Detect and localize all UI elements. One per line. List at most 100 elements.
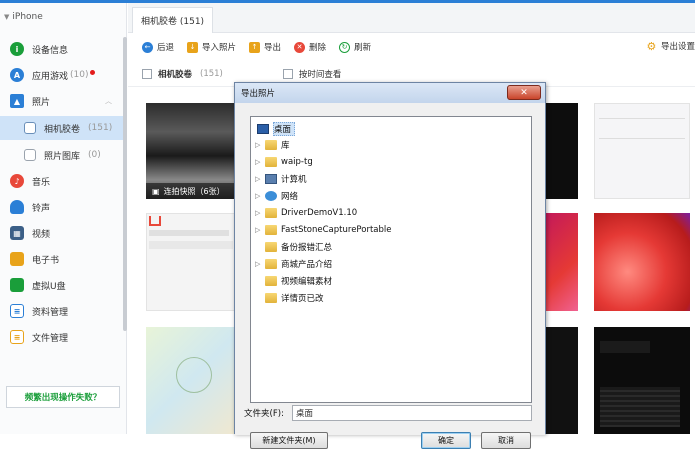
sidebar-item-file-manage[interactable]: ≡ 文件管理 <box>0 325 124 349</box>
tree-item-folder[interactable]: 视频编辑素材 <box>255 272 332 289</box>
chevron-up-icon: ︿ <box>105 97 112 105</box>
back-button[interactable]: ← 后退 <box>142 41 174 53</box>
photo-thumbnail[interactable] <box>146 213 236 311</box>
desktop-icon <box>257 123 269 134</box>
export-button[interactable]: ↑ 导出 <box>249 41 281 53</box>
network-icon <box>265 190 277 201</box>
arrow-left-icon: ← <box>142 41 153 53</box>
screenshot-content <box>176 357 212 393</box>
device-header[interactable]: ▼ iPhone <box>0 3 126 31</box>
gear-icon: ⚙ <box>645 39 657 53</box>
sidebar-item-ebooks[interactable]: 电子书 <box>0 247 124 271</box>
folder-tree[interactable]: 桌面 ▷ 库 ▷ waip-tg ▷ 计算机 ▷ 网络 ▷ DriverDemo… <box>250 116 532 403</box>
album-count: (151) <box>200 68 223 79</box>
photo-thumbnail[interactable] <box>594 327 690 434</box>
sidebar-scrollbar[interactable] <box>123 37 127 331</box>
sidebar-item-camera-roll[interactable]: 相机胶卷 (151) <box>0 116 124 140</box>
library-icon <box>265 139 277 150</box>
info-icon: i <box>10 42 24 56</box>
expand-arrow-icon: ▷ <box>255 174 261 183</box>
photos-icon: ▲ <box>10 94 24 108</box>
tree-item-libraries[interactable]: ▷ 库 <box>255 136 290 153</box>
cancel-button[interactable]: 取消 <box>481 432 531 449</box>
tree-item-folder[interactable]: ▷ FastStoneCapturePortable <box>255 221 391 238</box>
expand-arrow-icon: ▷ <box>255 157 261 166</box>
photo-library-icon <box>24 149 36 161</box>
refresh-icon: ↻ <box>339 41 351 53</box>
data-manage-icon: ≡ <box>10 304 24 318</box>
photo-thumbnail[interactable]: ▣ 连拍快照（6张） <box>146 103 236 199</box>
folder-icon <box>265 275 277 286</box>
sidebar-item-label: 虚拟U盘 <box>32 281 66 292</box>
camera-roll-icon <box>24 122 36 134</box>
toolbar: ← 后退 ↓ 导入照片 ↑ 导出 ✕ 删除 ↻ 刷新 ⚙ 导出设置 <box>128 33 695 61</box>
tree-item-folder[interactable]: 备份报错汇总 <box>255 238 332 255</box>
usb-drive-icon <box>10 278 24 292</box>
sidebar-item-music[interactable]: ♪ 音乐 <box>0 169 124 193</box>
video-icon: ▦ <box>10 226 24 240</box>
tree-item-label: 备份报错汇总 <box>281 242 333 253</box>
photo-thumbnail[interactable] <box>594 213 690 311</box>
photo-thumbnail[interactable] <box>146 327 236 434</box>
photo-thumbnail[interactable] <box>542 213 578 311</box>
tab-camera-roll[interactable]: 相机胶卷 (151) <box>132 7 214 33</box>
expand-arrow-icon: ▷ <box>255 208 261 217</box>
dialog-title-bar[interactable]: 导出照片 <box>235 83 545 103</box>
export-settings-button[interactable]: ⚙ 导出设置 <box>645 39 695 53</box>
tree-item-folder[interactable]: 详情页已改 <box>255 289 324 306</box>
sidebar-item-photos[interactable]: ▲ 照片 ︿ <box>0 89 124 113</box>
photo-thumbnail[interactable] <box>594 103 690 199</box>
stack-icon: ▣ <box>152 186 160 196</box>
help-button[interactable]: 频繁出现操作失败？ <box>6 386 120 408</box>
folder-icon <box>265 292 277 303</box>
delete-label: 删除 <box>309 43 327 53</box>
sidebar-item-ringtones[interactable]: 铃声 <box>0 195 124 219</box>
app-window: ▼ iPhone i 设备信息 A 应用游戏 (10) ▲ 照片 ︿ 相机胶卷 … <box>0 0 695 449</box>
tree-item-label: 计算机 <box>281 174 307 185</box>
screenshot-content <box>149 230 229 236</box>
photo-thumbnail[interactable] <box>542 103 578 199</box>
tree-item-computer[interactable]: ▷ 计算机 <box>255 170 307 187</box>
refresh-button[interactable]: ↻ 刷新 <box>339 41 371 53</box>
screenshot-content <box>149 216 161 226</box>
folder-icon <box>265 224 277 235</box>
expand-arrow-icon: ▷ <box>255 191 261 200</box>
new-folder-button[interactable]: 新建文件夹(M) <box>250 432 328 449</box>
expand-arrow-icon: ▷ <box>255 140 261 149</box>
sidebar-item-data-manage[interactable]: ≡ 资料管理 <box>0 299 124 323</box>
burst-label-text: 连拍快照（6张） <box>163 186 225 196</box>
sidebar-item-device-info[interactable]: i 设备信息 <box>0 37 124 61</box>
tree-item-folder[interactable]: ▷ DriverDemoV1.10 <box>255 204 357 221</box>
file-manage-icon: ≡ <box>10 330 24 344</box>
import-photos-button[interactable]: ↓ 导入照片 <box>187 41 236 53</box>
expand-arrow-icon: ▷ <box>255 259 261 268</box>
folder-field[interactable]: 桌面 <box>292 405 532 421</box>
tree-item-label: FastStoneCapturePortable <box>281 224 392 235</box>
sidebar-item-label: 照片 <box>32 97 51 108</box>
tree-item-folder[interactable]: ▷ 商城产品介绍 <box>255 255 332 272</box>
sidebar-item-label: 铃声 <box>32 203 51 214</box>
tree-item-label: 桌面 <box>273 121 296 136</box>
select-all-checkbox[interactable] <box>142 68 152 79</box>
photo-thumbnail[interactable] <box>542 327 578 434</box>
tree-item-desktop[interactable]: 桌面 <box>255 120 296 137</box>
tree-item-user[interactable]: ▷ waip-tg <box>255 153 313 170</box>
folder-icon <box>265 258 277 269</box>
sidebar-item-label: 电子书 <box>32 255 60 266</box>
back-label: 后退 <box>157 43 175 53</box>
sidebar-item-usb-drive[interactable]: 虚拟U盘 <box>0 273 124 297</box>
sidebar-item-apps[interactable]: A 应用游戏 (10) <box>0 63 124 87</box>
sidebar-item-video[interactable]: ▦ 视频 <box>0 221 124 245</box>
by-time-checkbox[interactable] <box>282 68 293 79</box>
tree-item-label: 商城产品介绍 <box>281 259 333 270</box>
ok-button[interactable]: 确定 <box>421 432 471 449</box>
sidebar-item-label: 应用游戏 <box>32 71 69 82</box>
tree-item-label: 库 <box>281 140 290 151</box>
sidebar-item-photo-library[interactable]: 照片图库 (0) <box>0 143 124 167</box>
tree-item-network[interactable]: ▷ 网络 <box>255 187 298 204</box>
sidebar-item-label: 设备信息 <box>32 45 69 56</box>
screenshot-content <box>599 138 685 139</box>
close-button[interactable]: ✕ <box>507 85 541 100</box>
sidebar-item-label: 照片图库 <box>44 151 81 162</box>
delete-button[interactable]: ✕ 删除 <box>294 41 326 53</box>
